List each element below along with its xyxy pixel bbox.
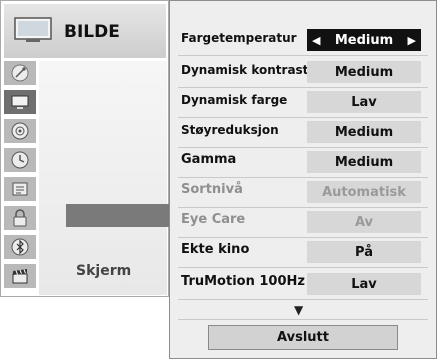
settings-box-icon	[12, 182, 28, 196]
row-fargetemperatur[interactable]: Fargetemperatur ◀ Medium ▶	[170, 27, 437, 54]
row-sortniva: Sortnivå Automatisk	[170, 179, 437, 206]
satellite-dish-icon	[11, 64, 29, 82]
speaker-icon	[11, 122, 29, 140]
divider	[178, 87, 428, 88]
row-label: Sortnivå	[181, 182, 243, 197]
clapperboard-icon	[12, 269, 28, 284]
row-label: TruMotion 100Hz	[181, 274, 305, 289]
bluetooth-icon	[11, 238, 29, 256]
menu-content-area	[39, 61, 167, 295]
lock-icon	[13, 209, 27, 227]
picture-submenu: Fargetemperatur ◀ Medium ▶ Dynamisk kont…	[169, 0, 437, 359]
row-value[interactable]: Lav	[307, 273, 421, 295]
row-label: Dynamisk farge	[181, 93, 288, 107]
tv-icon	[14, 17, 52, 42]
value-selector[interactable]: ◀ Medium ▶	[307, 29, 421, 51]
sidebar-item-lock[interactable]	[4, 206, 36, 230]
row-label: Ekte kino	[181, 242, 250, 257]
row-trumotion[interactable]: TruMotion 100Hz Lav	[170, 271, 437, 298]
row-gamma[interactable]: Gamma Medium	[170, 149, 437, 176]
row-eye-care: Eye Care Av	[170, 209, 437, 236]
row-stoyreduksjon[interactable]: Støyreduksjon Medium	[170, 119, 437, 146]
row-label: Dynamisk kontrast	[181, 63, 309, 77]
row-dynamisk-kontrast[interactable]: Dynamisk kontrast Medium	[170, 59, 437, 86]
divider	[178, 237, 428, 238]
divider	[178, 117, 428, 118]
row-ekte-kino[interactable]: Ekte kino På	[170, 239, 437, 266]
divider	[178, 207, 428, 208]
row-value[interactable]: Medium	[307, 61, 421, 83]
row-value: Medium	[334, 32, 394, 48]
row-value[interactable]: Medium	[307, 151, 421, 173]
scroll-down-icon[interactable]: ▼	[294, 303, 303, 317]
row-label: Fargetemperatur	[181, 31, 297, 45]
row-value[interactable]: Medium	[307, 121, 421, 143]
divider	[178, 319, 428, 320]
right-arrow-icon[interactable]: ▶	[408, 34, 416, 47]
sidebar-item-picture[interactable]	[4, 90, 36, 114]
row-value[interactable]: Lav	[307, 91, 421, 113]
sidebar-item-time[interactable]	[4, 148, 36, 172]
row-label: Gamma	[181, 152, 237, 167]
sidebar-item-bluetooth[interactable]	[4, 235, 36, 259]
sidebar-item-audio[interactable]	[4, 119, 36, 143]
main-menu-panel: BILDE	[0, 0, 169, 297]
menu-header: BILDE	[4, 4, 166, 58]
divider	[178, 147, 428, 148]
sidebar-item-channel[interactable]	[4, 61, 36, 85]
tv-screen-icon	[11, 95, 29, 109]
menu-title: BILDE	[64, 22, 120, 42]
row-label: Eye Care	[181, 212, 246, 227]
left-arrow-icon[interactable]: ◀	[312, 34, 320, 47]
sidebar	[4, 61, 36, 295]
row-dynamisk-farge[interactable]: Dynamisk farge Lav	[170, 89, 437, 116]
menu-item-screen[interactable]: Skjerm	[76, 263, 131, 279]
row-label: Støyreduksjon	[181, 123, 279, 137]
divider	[178, 55, 428, 56]
menu-item-highlight[interactable]	[66, 204, 169, 227]
divider	[178, 177, 428, 178]
sidebar-item-options[interactable]	[4, 177, 36, 201]
row-value: Av	[307, 211, 421, 233]
divider	[178, 267, 428, 268]
row-value: Automatisk	[307, 181, 421, 203]
divider	[178, 299, 428, 300]
row-value[interactable]: På	[307, 241, 421, 263]
sidebar-item-media[interactable]	[4, 264, 36, 288]
clock-icon	[11, 151, 29, 169]
exit-button[interactable]: Avslutt	[208, 325, 398, 350]
